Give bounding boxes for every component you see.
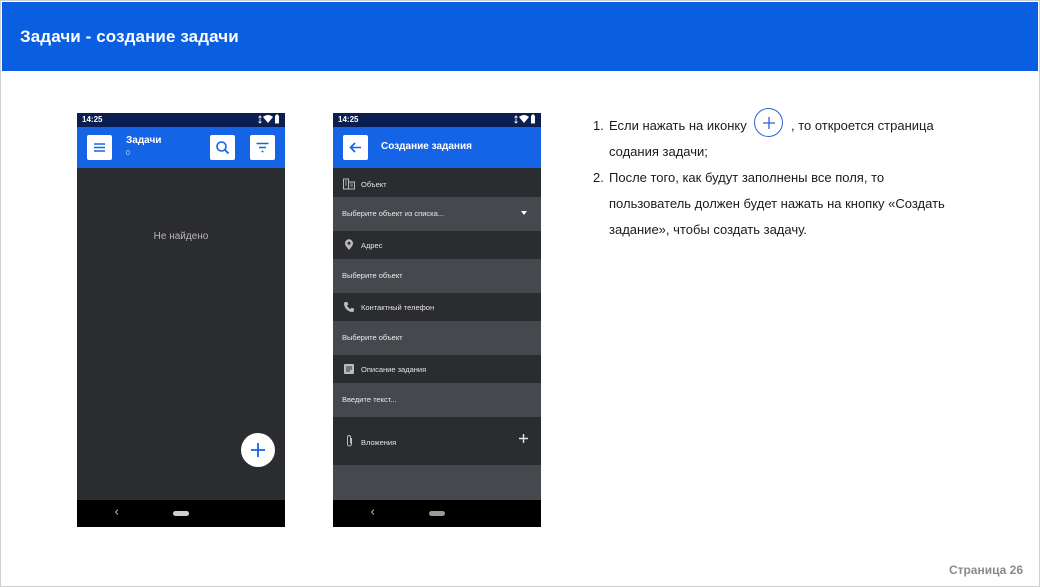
caret-down-icon — [521, 211, 527, 215]
status-time: 14:25 — [338, 115, 359, 124]
step-2-text-line2: пользователь должен будет нажать на кноп… — [609, 196, 945, 211]
attachments-label: Вложения — [361, 438, 397, 447]
app-bar: Создание задания — [333, 127, 541, 168]
step-2-number: 2. — [593, 170, 604, 185]
location-pin-icon — [345, 239, 353, 250]
phone-field-value: Выберите объект — [342, 333, 403, 342]
step-1-text-before: Если нажать на иконку — [609, 118, 747, 133]
nav-home-icon[interactable] — [173, 511, 189, 516]
phone-label: Контактный телефон — [361, 303, 435, 312]
phone-create-task: 14:25 Создание задания Объект Выберите о… — [333, 113, 541, 527]
nav-home-icon[interactable] — [429, 511, 445, 516]
menu-button[interactable] — [87, 135, 112, 160]
status-time: 14:25 — [82, 115, 103, 124]
address-field-value: Выберите объект — [342, 271, 403, 280]
add-attachment-icon[interactable] — [518, 433, 529, 444]
filter-icon — [256, 142, 269, 153]
description-field-value: Введите текст... — [342, 395, 397, 404]
phone-icon — [344, 302, 354, 312]
description-field[interactable]: Введите текст... — [333, 383, 541, 417]
slide-header: Задачи - создание задачи — [2, 2, 1038, 71]
step-1: 1. Если нажать на иконку , то откроется … — [593, 108, 993, 165]
phone-task-list: 14:25 Задачи 0 Не найдено ‹ — [77, 113, 285, 527]
status-bar: 14:25 — [77, 113, 285, 127]
add-task-fab[interactable] — [241, 433, 275, 467]
object-label-row: Объект — [333, 170, 541, 198]
empty-state-text: Не найдено — [153, 231, 209, 242]
slide-title: Задачи - создание задачи — [20, 27, 239, 46]
attachments-row[interactable]: Вложения — [333, 417, 541, 465]
task-count: 0 — [126, 150, 130, 157]
plus-icon — [251, 443, 265, 457]
phone-field[interactable]: Выберите объект — [333, 321, 541, 355]
description-label: Описание задания — [361, 365, 427, 374]
app-bar-title: Задачи — [126, 135, 162, 146]
object-select[interactable]: Выберите объект из списка... — [333, 197, 541, 231]
android-nav-bar: ‹ — [333, 500, 541, 527]
object-select-value: Выберите объект из списка... — [342, 209, 445, 218]
nav-back-icon[interactable]: ‹ — [370, 505, 375, 520]
status-icons — [258, 114, 279, 124]
arrow-left-icon — [349, 142, 361, 153]
address-field[interactable]: Выберите объект — [333, 259, 541, 293]
step-1-text-line2: содания задачи; — [609, 144, 708, 159]
building-icon — [343, 178, 355, 190]
instructions-list: 1. Если нажать на иконку , то откроется … — [593, 108, 993, 243]
filter-button[interactable] — [250, 135, 275, 160]
paperclip-icon — [347, 435, 352, 447]
back-button[interactable] — [343, 135, 368, 160]
slide: Задачи - создание задачи 14:25 Задачи 0 — [0, 0, 1040, 587]
app-bar-title: Создание задания — [381, 141, 472, 152]
step-1-text-after: , то откроется страница — [790, 118, 934, 133]
android-nav-bar: ‹ — [77, 500, 285, 527]
search-icon — [216, 141, 230, 155]
step-1-number: 1. — [593, 118, 604, 133]
object-label: Объект — [361, 180, 387, 189]
bottom-area — [333, 465, 541, 500]
page-number: Страница 26 — [948, 563, 1023, 577]
step-2-text-line1: После того, как будут заполнены все поля… — [609, 170, 885, 185]
hamburger-icon — [94, 143, 105, 152]
nav-back-icon[interactable]: ‹ — [114, 505, 119, 520]
status-icons — [514, 114, 535, 124]
step-2: 2. После того, как будут заполнены все п… — [593, 165, 993, 243]
document-icon — [344, 364, 354, 374]
step-2-text-line3: задание», чтобы создать задачу. — [609, 222, 807, 237]
address-label: Адрес — [361, 241, 383, 250]
phone-label-row: Контактный телефон — [333, 293, 541, 321]
address-label-row: Адрес — [333, 231, 541, 259]
description-label-row: Описание задания — [333, 355, 541, 383]
search-button[interactable] — [210, 135, 235, 160]
inline-plus-icon — [754, 108, 784, 138]
app-bar: Задачи 0 — [77, 127, 285, 168]
status-bar: 14:25 — [333, 113, 541, 127]
